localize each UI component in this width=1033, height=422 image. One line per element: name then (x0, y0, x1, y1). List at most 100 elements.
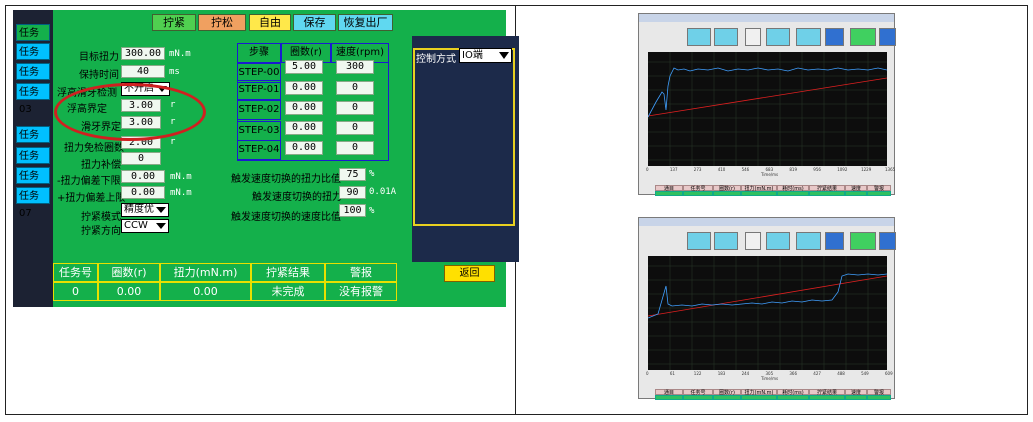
hold-time-field[interactable]: 40 (121, 65, 165, 78)
step-label: STEP-04 (237, 140, 281, 160)
x-tick-label: 819 (789, 167, 798, 172)
step-turns-field[interactable]: 0.00 (285, 101, 323, 115)
step-speed-field[interactable]: 300 (336, 60, 374, 74)
status-header: 警报 (325, 263, 397, 282)
legend-row (641, 382, 894, 388)
loosen-button[interactable]: 拧松 (198, 14, 246, 31)
status-value: 0.00 (160, 282, 251, 301)
toolbar-button[interactable] (879, 28, 896, 46)
highlight-ellipse (54, 83, 206, 141)
toolbar-button[interactable] (850, 28, 876, 46)
task-button-05[interactable]: 任务05 (16, 147, 50, 179)
x-tick-label: 0 (646, 167, 649, 172)
factory-reset-button[interactable]: 恢复出厂 (338, 14, 393, 31)
result-table-cell (777, 191, 809, 196)
toolbar-button[interactable] (879, 232, 896, 250)
toolbar-button[interactable] (714, 28, 738, 46)
window-titlebar (639, 218, 894, 226)
control-mode-label: 控制方式 (416, 54, 456, 65)
x-tick-label: 1229 (861, 167, 872, 172)
control-frame (413, 48, 515, 226)
step-speed-field[interactable]: 0 (336, 121, 374, 135)
toolbar-button[interactable] (745, 232, 761, 250)
status-header: 扭力(mN.m) (160, 263, 251, 282)
dev-low-label: -扭力偏差下限 (57, 176, 121, 187)
x-axis-label: Time/ms (761, 172, 779, 177)
step-turns-field[interactable]: 5.00 (285, 60, 323, 74)
x-tick-label: 427 (813, 371, 821, 376)
dev-high-field[interactable]: 0.00 (121, 186, 165, 199)
tighten-mode-select[interactable]: 精度优 (121, 203, 169, 217)
chart-button[interactable] (796, 28, 821, 46)
save-button[interactable]: 保存 (293, 14, 336, 31)
step-label: STEP-03 (237, 121, 281, 141)
x-tick-label: 366 (789, 371, 798, 376)
switch-torque-label: 触发速度切换的扭力 (252, 192, 342, 203)
dev-low-field[interactable]: 0.00 (121, 170, 165, 183)
result-table-cell (867, 191, 891, 196)
toolbar-button[interactable] (850, 232, 876, 250)
step-speed-field[interactable]: 0 (336, 81, 374, 95)
x-tick-label: 0 (646, 371, 649, 376)
step-speed-field[interactable]: 0 (336, 141, 374, 155)
x-tick-label: 1092 (837, 167, 848, 172)
task-button-07[interactable]: 任务07 (16, 187, 50, 219)
torque-curve-chart (647, 256, 888, 370)
legend-row (641, 178, 894, 184)
plot-area (647, 256, 888, 370)
step-header: 步骤 (237, 43, 281, 63)
switch-torque-ratio-field[interactable]: 75 (339, 168, 366, 181)
switch-speed-ratio-field[interactable]: 100 (339, 204, 366, 217)
torque-line (647, 67, 888, 118)
tighten-dir-select[interactable]: CCW (121, 219, 169, 233)
chevron-down-icon (499, 52, 509, 59)
step-speed-field[interactable]: 0 (336, 101, 374, 115)
x-tick-label: 244 (741, 371, 750, 376)
control-mode-select[interactable]: IO端 (459, 48, 512, 63)
chart-button[interactable] (796, 232, 821, 250)
result-table-cell (845, 191, 867, 196)
result-table-cell (809, 191, 845, 196)
task-button-01[interactable]: 任务01 (16, 43, 50, 75)
task-button-02[interactable]: 任务02 (16, 63, 50, 95)
result-table-cell (741, 395, 777, 400)
step-turns-field[interactable]: 0.00 (285, 121, 323, 135)
free-button[interactable]: 自由 (249, 14, 291, 31)
task-button-04[interactable]: 任务04 (16, 126, 50, 158)
toolbar-button[interactable] (825, 28, 844, 46)
plot-area (647, 52, 888, 166)
task-button-03[interactable]: 任务03 (16, 83, 50, 115)
step-turns-field[interactable]: 0.00 (285, 141, 323, 155)
switch-torque-unit: 0.01A (369, 187, 397, 197)
result-table-cell (741, 191, 777, 196)
torque-comp-field[interactable]: 0 (121, 152, 161, 165)
status-value: 未完成 (251, 282, 325, 301)
tighten-button[interactable]: 拧紧 (152, 14, 196, 31)
torque-comp-label: 扭力补偿 (81, 160, 121, 171)
result-table-cell (655, 395, 683, 400)
status-header: 任务号 (53, 263, 98, 282)
dev-low-unit: mN.m (170, 172, 192, 182)
task-button-06[interactable]: 任务06 (16, 167, 50, 199)
toolbar-button[interactable] (714, 232, 738, 250)
toolbar-button[interactable] (745, 28, 761, 46)
x-tick-label: 956 (813, 167, 821, 172)
toolbar-button[interactable] (766, 232, 790, 250)
toolbar-button[interactable] (825, 232, 844, 250)
return-button[interactable]: 返回 (444, 265, 495, 282)
target-torque-field[interactable]: 300.00 (121, 47, 165, 60)
step-turns-field[interactable]: 0.00 (285, 81, 323, 95)
switch-torque-field[interactable]: 90 (339, 186, 366, 199)
toolbar-button[interactable] (687, 232, 711, 250)
toolbar-button[interactable] (766, 28, 790, 46)
x-tick-label: 609 (885, 371, 893, 376)
chevron-down-icon (156, 223, 166, 229)
status-value: 0.00 (98, 282, 160, 301)
task-button-00[interactable]: 任务00 (16, 24, 50, 56)
tighten-mode-label: 拧紧模式 (81, 212, 121, 223)
status-value: 0 (53, 282, 98, 301)
step-label: STEP-02 (237, 100, 281, 120)
toolbar-button[interactable] (687, 28, 711, 46)
window-titlebar (639, 14, 894, 22)
switch-torque-ratio-unit: % (369, 169, 375, 179)
